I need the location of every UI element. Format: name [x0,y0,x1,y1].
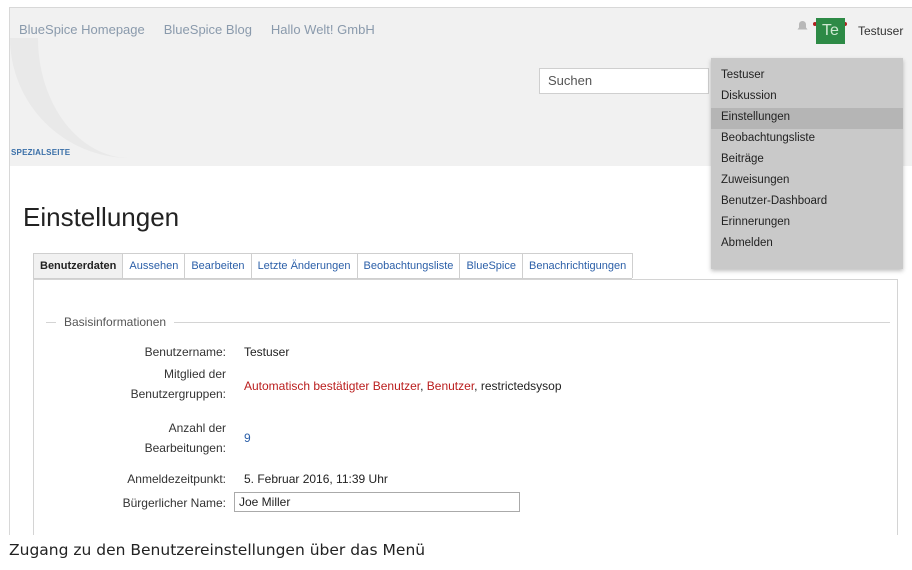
tab-bluespice[interactable]: BlueSpice [459,253,523,278]
notifications-icon[interactable] [796,20,809,33]
username-row: Benutzername: Testuser [34,342,290,362]
login-value: 5. Februar 2016, 11:39 Uhr [244,472,388,486]
screenshot-frame: BlueSpice Homepage BlueSpice Blog Hallo … [9,7,912,535]
tab-benachrichtigungen[interactable]: Benachrichtigungen [521,253,634,278]
menu-item-benutzer-dashboard[interactable]: Benutzer-Dashboard [711,192,903,213]
realname-row: Bürgerlicher Name: [34,493,234,513]
menu-item-zuweisungen[interactable]: Zuweisungen [711,171,903,192]
basic-info-panel: Basisinformationen Benutzername: Testuse… [33,279,898,535]
groups-label: Mitglied der Benutzergruppen: [130,367,226,401]
username-label: Benutzername: [144,345,226,359]
top-bar: BlueSpice Homepage BlueSpice Blog Hallo … [10,8,912,52]
menu-item-abmelden[interactable]: Abmelden [711,234,903,255]
username-link[interactable]: Testuser [858,24,903,38]
user-avatar[interactable]: Te [816,18,845,44]
top-link-company[interactable]: Hallo Welt! GmbH [271,22,375,37]
username-value: Testuser [244,345,290,359]
menu-item-testuser[interactable]: Testuser [711,66,903,87]
screenshot-caption: Zugang zu den Benutzereinstellungen über… [9,541,426,559]
menu-item-einstellungen[interactable]: Einstellungen [711,108,903,129]
tab-aussehen[interactable]: Aussehen [122,253,186,278]
menu-item-beitraege[interactable]: Beiträge [711,150,903,171]
realname-input[interactable]: Joe Miller [234,492,520,512]
menu-item-diskussion[interactable]: Diskussion [711,87,903,108]
tab-beobachtungsliste[interactable]: Beobachtungsliste [356,253,461,278]
fieldset-legend: Basisinformationen [56,315,175,329]
group-restrictedsysop: restrictedsysop [480,379,562,393]
preferences-tabs: Benutzerdaten Aussehen Bearbeiten Letzte… [33,253,634,279]
menu-item-erinnerungen[interactable]: Erinnerungen [711,213,903,234]
edits-row: Anzahl der Bearbeitungen: 9 [34,418,251,462]
tab-bearbeiten[interactable]: Bearbeiten [184,253,252,278]
top-nav-links: BlueSpice Homepage BlueSpice Blog Hallo … [19,22,375,37]
edits-label: Anzahl der Bearbeitungen: [144,421,226,455]
group-link-autoconfirmed[interactable]: Automatisch bestätigter Benutzer [244,379,420,393]
search-input[interactable]: Suchen [539,68,709,94]
groups-value: Automatisch bestätigter Benutzer, Benutz… [244,379,562,393]
namespace-label: SPEZIALSEITE [11,148,71,157]
user-dropdown-menu: Testuser Diskussion Einstellungen Beobac… [711,58,903,269]
top-link-blog[interactable]: BlueSpice Blog [164,22,252,37]
top-link-homepage[interactable]: BlueSpice Homepage [19,22,145,37]
page-title: Einstellungen [23,202,180,232]
group-link-user[interactable]: Benutzer [427,379,474,393]
tab-letzte-aenderungen[interactable]: Letzte Änderungen [250,253,358,278]
realname-label: Bürgerlicher Name: [122,496,226,510]
tab-benutzerdaten[interactable]: Benutzerdaten [33,253,124,278]
login-row: Anmeldezeitpunkt: 5. Februar 2016, 11:39… [34,469,388,489]
edits-count-link[interactable]: 9 [244,428,284,448]
login-label: Anmeldezeitpunkt: [127,472,226,486]
menu-item-beobachtungsliste[interactable]: Beobachtungsliste [711,129,903,150]
watermark-decoration [10,38,130,158]
groups-row: Mitglied der Benutzergruppen: Automatisc… [34,364,562,408]
